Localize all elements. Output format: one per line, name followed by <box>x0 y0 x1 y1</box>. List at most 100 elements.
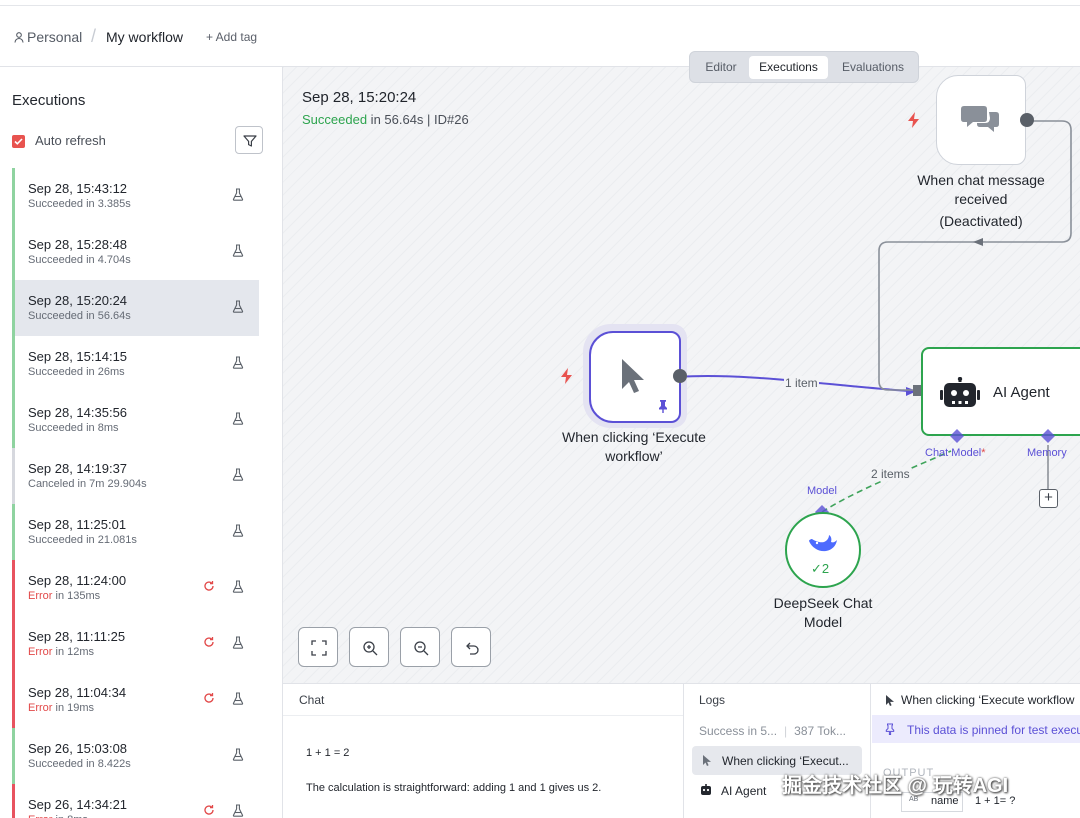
execution-duration: in 26ms <box>83 366 125 378</box>
execution-status-word: Error <box>28 646 53 658</box>
flask-icon[interactable] <box>232 188 244 201</box>
retry-icon[interactable] <box>203 692 215 704</box>
flask-icon[interactable] <box>232 580 244 593</box>
execution-item[interactable]: Sep 28, 15:43:12 Succeeded in 3.385s <box>12 168 259 224</box>
execution-duration: in 56.64s <box>83 310 131 322</box>
execution-status-bar <box>12 224 15 280</box>
execution-status: Succeeded in 21.081s <box>28 534 137 546</box>
flask-icon[interactable] <box>232 468 244 481</box>
add-tag-button[interactable]: + Add tag <box>206 30 257 44</box>
logs-tokens: 387 Tok... <box>794 724 846 738</box>
execution-date: Sep 28, 14:35:56 <box>28 405 128 420</box>
execution-date: Sep 28, 15:20:24 <box>28 293 128 308</box>
auto-refresh-label[interactable]: Auto refresh <box>35 133 106 148</box>
fit-view-button[interactable] <box>298 627 338 667</box>
flask-icon[interactable] <box>232 412 244 425</box>
deepseek-whale-icon <box>809 535 837 552</box>
retry-icon[interactable] <box>203 804 215 816</box>
deepseek-label-line1: DeepSeek Chat <box>773 595 873 611</box>
workflow-name[interactable]: My workflow <box>106 29 183 45</box>
app-window: Personal / My workflow + Add tag Executi… <box>0 0 1080 818</box>
execution-duration: in 7m 29.904s <box>74 478 147 490</box>
execution-status-word: Succeeded <box>28 422 84 434</box>
user-icon <box>14 32 24 43</box>
pinned-data-text: This data is pinned for test execu <box>907 723 1080 737</box>
execution-item[interactable]: Sep 28, 11:24:00 Error in 135ms <box>12 560 259 616</box>
execution-status: Succeeded in 8ms <box>28 422 119 434</box>
chat-trigger-node[interactable] <box>936 75 1026 165</box>
execution-item[interactable]: Sep 28, 14:19:37 Canceled in 7m 29.904s <box>12 448 259 504</box>
chat-model-port[interactable] <box>950 429 964 443</box>
execution-duration: in 8ms <box>83 422 119 434</box>
execution-duration: in 8.422s <box>83 758 131 770</box>
tab-evaluations[interactable]: Evaluations <box>832 56 914 79</box>
manual-trigger-node[interactable] <box>589 331 681 423</box>
chat-message: The calculation is straightforward: addi… <box>306 782 602 794</box>
panel-divider[interactable] <box>683 684 684 818</box>
retry-icon[interactable] <box>203 636 215 648</box>
deepseek-run-count: 2 <box>821 561 830 576</box>
ai-agent-node[interactable]: AI Agent <box>921 347 1080 436</box>
execution-date: Sep 26, 15:03:08 <box>28 741 128 756</box>
execution-item[interactable]: Sep 28, 14:35:56 Succeeded in 8ms <box>12 392 259 448</box>
zoom-out-button[interactable] <box>400 627 440 667</box>
log-entry-agent[interactable]: AI Agent <box>699 784 766 798</box>
flask-icon[interactable] <box>232 692 244 705</box>
chat-trigger-output-port[interactable] <box>1020 113 1034 127</box>
execution-duration: in 8ms <box>52 814 88 818</box>
execution-status-bar <box>12 168 15 224</box>
execution-status-bar <box>12 336 15 392</box>
zoom-in-button[interactable] <box>349 627 389 667</box>
execution-item[interactable]: Sep 28, 11:04:34 Error in 19ms <box>12 672 259 728</box>
reset-zoom-button[interactable] <box>451 627 491 667</box>
execution-item[interactable]: Sep 26, 14:34:21 Error in 8ms <box>12 784 259 818</box>
execution-date: Sep 28, 14:19:37 <box>28 461 128 476</box>
chat-message: 1 + 1 = 2 <box>306 747 350 759</box>
execution-status: Canceled in 7m 29.904s <box>28 478 147 490</box>
executions-sidebar: Executions Auto refresh Sep 28, 15:43:12… <box>0 67 283 818</box>
execution-status-bar <box>12 616 15 672</box>
execution-status-bar <box>12 392 15 448</box>
manual-trigger-output-port[interactable] <box>673 369 687 383</box>
tab-editor[interactable]: Editor <box>696 56 746 79</box>
execution-status: Succeeded in 56.64s <box>28 310 131 322</box>
execution-status: Error in 135ms <box>28 590 100 602</box>
pinned-data-banner: This data is pinned for test execu <box>872 715 1080 743</box>
execution-item[interactable]: Sep 28, 11:11:25 Error in 12ms <box>12 616 259 672</box>
tab-executions[interactable]: Executions <box>749 56 828 79</box>
manual-trigger-label: When clicking ‘Execute workflow’ <box>533 428 735 466</box>
filter-icon <box>243 135 257 147</box>
execution-item[interactable]: Sep 28, 15:20:24 Succeeded in 56.64s <box>12 280 259 336</box>
cursor-icon <box>622 359 644 393</box>
retry-icon[interactable] <box>203 580 215 592</box>
execution-duration: in 4.704s <box>83 254 131 266</box>
run-id: ID#26 <box>434 112 469 127</box>
flask-icon[interactable] <box>232 524 244 537</box>
execution-status: Error in 8ms <box>28 814 88 818</box>
undo-icon <box>466 642 479 655</box>
manual-trigger-bolt-icon <box>561 368 572 384</box>
filter-button[interactable] <box>235 126 263 154</box>
flask-icon[interactable] <box>232 244 244 257</box>
flask-icon[interactable] <box>232 300 244 313</box>
flask-icon[interactable] <box>232 636 244 649</box>
breadcrumb-personal[interactable]: Personal <box>14 29 82 45</box>
execution-date: Sep 28, 15:14:15 <box>28 349 128 364</box>
deepseek-node[interactable]: ✓2 <box>785 512 861 588</box>
add-memory-button[interactable]: + <box>1039 489 1058 508</box>
auto-refresh-checkbox[interactable] <box>12 135 25 148</box>
execution-duration: in 19ms <box>52 702 95 714</box>
execution-item[interactable]: Sep 28, 11:25:01 Succeeded in 21.081s <box>12 504 259 560</box>
execution-date: Sep 28, 11:24:00 <box>28 573 127 588</box>
execution-item[interactable]: Sep 28, 15:14:15 Succeeded in 26ms <box>12 336 259 392</box>
execution-item[interactable]: Sep 26, 15:03:08 Succeeded in 8.422s <box>12 728 259 784</box>
execution-date: Sep 28, 15:43:12 <box>28 181 128 196</box>
flask-icon[interactable] <box>232 804 244 817</box>
execution-item[interactable]: Sep 28, 15:28:48 Succeeded in 4.704s <box>12 224 259 280</box>
flask-icon[interactable] <box>232 748 244 761</box>
flask-icon[interactable] <box>232 356 244 369</box>
workflow-canvas[interactable]: Sep 28, 15:20:24 Succeeded in 56.64s | I… <box>283 67 1080 683</box>
watermark: 掘金技术社区 @ 玩转AGI <box>782 775 1009 797</box>
execution-status-word: Succeeded <box>28 534 84 546</box>
memory-port[interactable] <box>1041 429 1055 443</box>
